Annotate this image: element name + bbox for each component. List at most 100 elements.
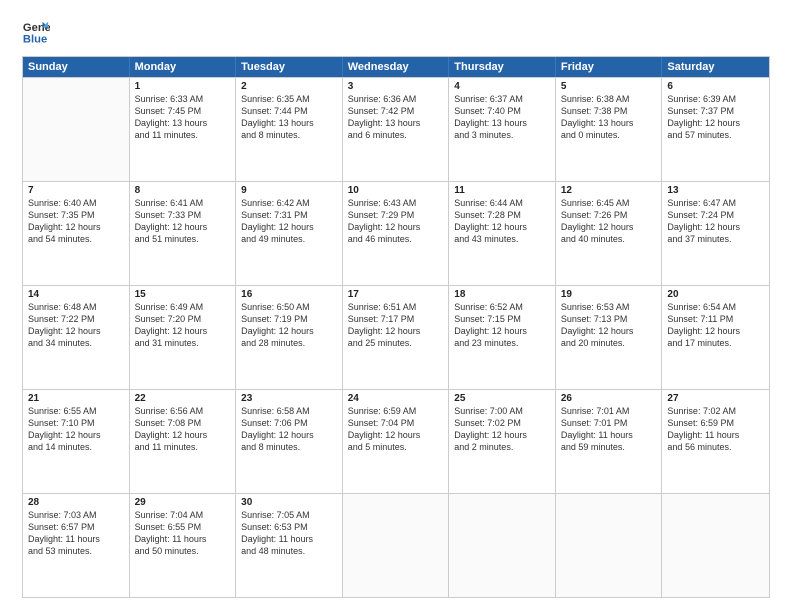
day-number: 5 (561, 81, 657, 92)
calendar-cell: 12Sunrise: 6:45 AMSunset: 7:26 PMDayligh… (556, 182, 663, 285)
day-number: 18 (454, 289, 550, 300)
cell-line: Sunset: 7:35 PM (28, 209, 124, 221)
cell-line: Sunset: 7:31 PM (241, 209, 337, 221)
cell-line: Sunset: 6:57 PM (28, 521, 124, 533)
cell-line: and 17 minutes. (667, 337, 764, 349)
cell-line: and 54 minutes. (28, 233, 124, 245)
calendar-header-cell: Monday (130, 57, 237, 77)
cell-line: Sunset: 7:11 PM (667, 313, 764, 325)
cell-line: Sunset: 7:40 PM (454, 105, 550, 117)
logo: General Blue (22, 18, 54, 46)
cell-line: Sunrise: 6:41 AM (135, 197, 231, 209)
cell-line: Daylight: 12 hours (348, 221, 444, 233)
cell-line: Sunset: 7:37 PM (667, 105, 764, 117)
cell-line: Sunrise: 6:50 AM (241, 301, 337, 313)
cell-line: Daylight: 11 hours (241, 533, 337, 545)
cell-line: Daylight: 12 hours (667, 117, 764, 129)
cell-line: Daylight: 12 hours (454, 221, 550, 233)
calendar-cell (556, 494, 663, 597)
header: General Blue (22, 18, 770, 46)
day-number: 20 (667, 289, 764, 300)
cell-line: and 53 minutes. (28, 545, 124, 557)
day-number: 23 (241, 393, 337, 404)
day-number: 19 (561, 289, 657, 300)
calendar-row: 28Sunrise: 7:03 AMSunset: 6:57 PMDayligh… (23, 493, 769, 597)
cell-line: and 28 minutes. (241, 337, 337, 349)
cell-line: and 23 minutes. (454, 337, 550, 349)
cell-line: Sunrise: 6:37 AM (454, 93, 550, 105)
cell-line: Sunrise: 6:48 AM (28, 301, 124, 313)
cell-line: Daylight: 12 hours (667, 325, 764, 337)
cell-line: Sunrise: 6:58 AM (241, 405, 337, 417)
cell-line: and 0 minutes. (561, 129, 657, 141)
calendar-header-cell: Tuesday (236, 57, 343, 77)
cell-line: Sunrise: 7:03 AM (28, 509, 124, 521)
calendar-cell: 20Sunrise: 6:54 AMSunset: 7:11 PMDayligh… (662, 286, 769, 389)
cell-line: Daylight: 12 hours (28, 221, 124, 233)
calendar-cell: 17Sunrise: 6:51 AMSunset: 7:17 PMDayligh… (343, 286, 450, 389)
cell-line: Daylight: 11 hours (667, 429, 764, 441)
calendar-body: 1Sunrise: 6:33 AMSunset: 7:45 PM Daylight… (23, 77, 769, 597)
day-number: 27 (667, 393, 764, 404)
cell-line: and 34 minutes. (28, 337, 124, 349)
cell-line: Sunrise: 7:01 AM (561, 405, 657, 417)
calendar-cell: 18Sunrise: 6:52 AMSunset: 7:15 PMDayligh… (449, 286, 556, 389)
day-number: 10 (348, 185, 444, 196)
calendar-cell: 10Sunrise: 6:43 AMSunset: 7:29 PMDayligh… (343, 182, 450, 285)
cell-line: Daylight: 11 hours (561, 429, 657, 441)
day-number: 11 (454, 185, 550, 196)
calendar-row: 1Sunrise: 6:33 AMSunset: 7:45 PM Daylight… (23, 77, 769, 181)
cell-line: and 37 minutes. (667, 233, 764, 245)
day-number: 16 (241, 289, 337, 300)
day-number: 6 (667, 81, 764, 92)
cell-line: Sunrise: 6:51 AM (348, 301, 444, 313)
calendar-row: 7Sunrise: 6:40 AMSunset: 7:35 PMDaylight… (23, 181, 769, 285)
cell-line: and 46 minutes. (348, 233, 444, 245)
cell-line: and 31 minutes. (135, 337, 231, 349)
cell-line: Sunrise: 6:36 AM (348, 93, 444, 105)
cell-line: Sunrise: 7:00 AM (454, 405, 550, 417)
calendar-cell: 9Sunrise: 6:42 AMSunset: 7:31 PMDaylight… (236, 182, 343, 285)
cell-line: Sunset: 7:13 PM (561, 313, 657, 325)
cell-line: Sunrise: 6:54 AM (667, 301, 764, 313)
cell-line: and 57 minutes. (667, 129, 764, 141)
calendar-header-cell: Sunday (23, 57, 130, 77)
cell-line: Sunset: 7:04 PM (348, 417, 444, 429)
calendar-cell: 15Sunrise: 6:49 AMSunset: 7:20 PMDayligh… (130, 286, 237, 389)
calendar-cell: 25Sunrise: 7:00 AMSunset: 7:02 PMDayligh… (449, 390, 556, 493)
day-number: 7 (28, 185, 124, 196)
calendar-header-cell: Saturday (662, 57, 769, 77)
calendar-cell: 16Sunrise: 6:50 AMSunset: 7:19 PMDayligh… (236, 286, 343, 389)
cell-line: Sunrise: 6:39 AM (667, 93, 764, 105)
cell-line: Daylight: 12 hours (135, 429, 231, 441)
cell-line: Sunset: 7:33 PM (135, 209, 231, 221)
calendar: SundayMondayTuesdayWednesdayThursdayFrid… (22, 56, 770, 598)
cell-line: Sunset: 7:01 PM (561, 417, 657, 429)
calendar-cell (343, 494, 450, 597)
cell-line: Sunrise: 6:42 AM (241, 197, 337, 209)
cell-line: and 2 minutes. (454, 441, 550, 453)
day-number: 2 (241, 81, 337, 92)
cell-line: Daylight: 13 hours (241, 117, 337, 129)
cell-line: Sunset: 7:45 PM (135, 105, 231, 117)
cell-line: Sunrise: 6:33 AM (135, 93, 231, 105)
cell-line: Sunset: 7:20 PM (135, 313, 231, 325)
cell-line: and 56 minutes. (667, 441, 764, 453)
calendar-cell: 29Sunrise: 7:04 AMSunset: 6:55 PMDayligh… (130, 494, 237, 597)
calendar-cell: 30Sunrise: 7:05 AMSunset: 6:53 PMDayligh… (236, 494, 343, 597)
cell-line: and 11 minutes. (135, 441, 231, 453)
cell-line: Daylight: 13 hours (561, 117, 657, 129)
cell-line: Sunrise: 6:55 AM (28, 405, 124, 417)
day-number: 1 (135, 81, 231, 92)
cell-line: Sunset: 7:29 PM (348, 209, 444, 221)
calendar-row: 21Sunrise: 6:55 AMSunset: 7:10 PMDayligh… (23, 389, 769, 493)
cell-line: Daylight: 12 hours (348, 429, 444, 441)
cell-line: and 59 minutes. (561, 441, 657, 453)
cell-line: Sunset: 7:38 PM (561, 105, 657, 117)
cell-line: Daylight: 12 hours (561, 325, 657, 337)
day-number: 21 (28, 393, 124, 404)
cell-line: Sunset: 7:06 PM (241, 417, 337, 429)
calendar-cell: 8Sunrise: 6:41 AMSunset: 7:33 PMDaylight… (130, 182, 237, 285)
cell-line: and 40 minutes. (561, 233, 657, 245)
day-number: 24 (348, 393, 444, 404)
